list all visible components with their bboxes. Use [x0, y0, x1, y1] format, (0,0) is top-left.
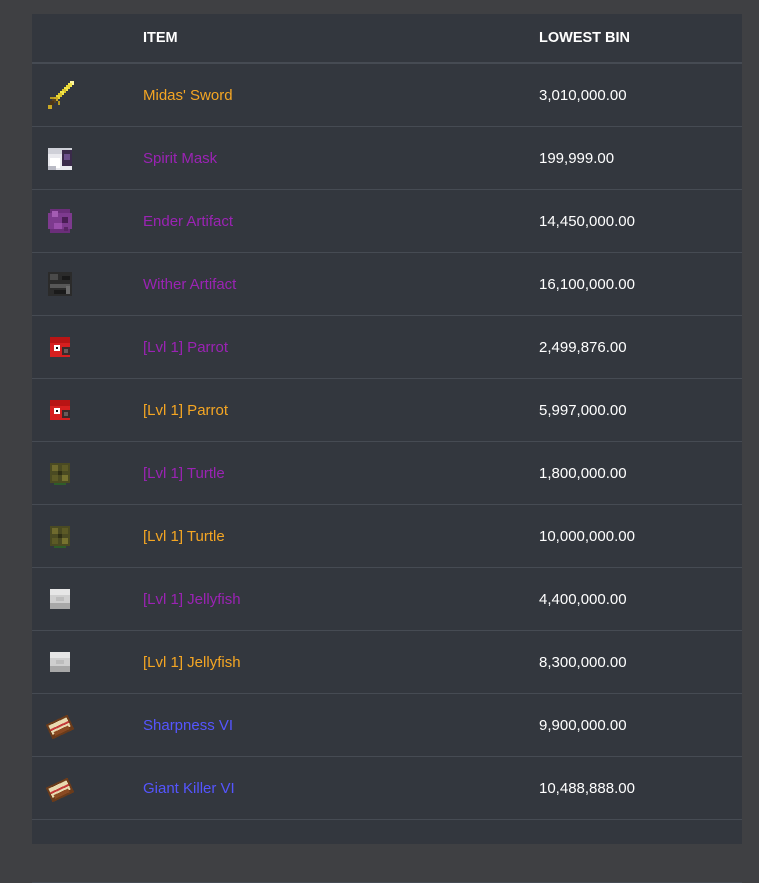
- lowest-bin-column-header[interactable]: LOWEST BIN: [539, 14, 742, 64]
- item-price: 3,010,000.00: [539, 63, 742, 127]
- item-price: 16,100,000.00: [539, 252, 742, 316]
- table-row[interactable]: [Lvl 1] Parrot 2,499,876.00: [32, 315, 742, 379]
- item-name[interactable]: Spirit Mask: [143, 126, 539, 190]
- enchanted-book-icon: [44, 772, 143, 804]
- table-row[interactable]: [Lvl 1] Turtle 10,000,000.00: [32, 504, 742, 568]
- item-name[interactable]: Midas' Sword: [143, 63, 539, 127]
- item-price: 8,300,000.00: [539, 630, 742, 694]
- table-row[interactable]: Wither Artifact 16,100,000.00: [32, 252, 742, 316]
- item-icon-cell: [32, 315, 143, 379]
- golden-sword-icon: [44, 79, 143, 111]
- table-row[interactable]: [Lvl 1] Parrot 5,997,000.00: [32, 378, 742, 442]
- item-icon-cell: [32, 126, 143, 190]
- table-row[interactable]: [Lvl 1] Jellyfish 4,400,000.00: [32, 567, 742, 631]
- item-name[interactable]: [Lvl 1] Parrot: [143, 378, 539, 442]
- turtle-head-icon: [44, 457, 143, 489]
- item-price: 10,000,000.00: [539, 504, 742, 568]
- item-icon-cell: [32, 693, 143, 757]
- item-icon-cell: [32, 567, 143, 631]
- item-price: 10,488,888.00: [539, 756, 742, 820]
- item-name[interactable]: Wither Artifact: [143, 252, 539, 316]
- item-price: 9,900,000.00: [539, 693, 742, 757]
- item-name[interactable]: Giant Killer VI: [143, 756, 539, 820]
- table-row[interactable]: Giant Killer VI 10,488,888.00: [32, 756, 742, 820]
- item-price: 14,450,000.00: [539, 189, 742, 253]
- parrot-head-icon: [44, 394, 143, 426]
- table-row[interactable]: [Lvl 1] Turtle 1,800,000.00: [32, 441, 742, 505]
- item-icon-cell: [32, 441, 143, 505]
- table-header: ITEM LOWEST BIN: [32, 14, 742, 64]
- item-price: 5,997,000.00: [539, 378, 742, 442]
- table-body: Midas' Sword 3,010,000.00 Spirit Mask 19…: [32, 63, 742, 883]
- item-icon-cell: [32, 189, 143, 253]
- enchanted-book-icon: [44, 709, 143, 741]
- item-icon-cell: [32, 378, 143, 442]
- item-name[interactable]: [Lvl 1] Parrot: [143, 315, 539, 379]
- table-row[interactable]: Sharpness VI 9,900,000.00: [32, 693, 742, 757]
- item-icon-cell: [32, 504, 143, 568]
- item-price: 4,400,000.00: [539, 567, 742, 631]
- jellyfish-head-icon: [44, 583, 143, 615]
- auction-panel: ITEM LOWEST BIN Midas' Sword 3,010,000.0…: [32, 14, 742, 883]
- item-icon-cell: [32, 252, 143, 316]
- table-row[interactable]: [Lvl 1] Jellyfish 8,300,000.00: [32, 630, 742, 694]
- table-row: [32, 819, 742, 883]
- ender-artifact-icon: [44, 205, 143, 237]
- item-price: 2,499,876.00: [539, 315, 742, 379]
- item-name[interactable]: [Lvl 1] Turtle: [143, 441, 539, 505]
- table-row[interactable]: Midas' Sword 3,010,000.00: [32, 63, 742, 127]
- item-icon-cell: [32, 63, 143, 127]
- item-name[interactable]: Sharpness VI: [143, 693, 539, 757]
- wither-artifact-icon: [44, 268, 143, 300]
- item-price: 199,999.00: [539, 126, 742, 190]
- spirit-mask-icon: [44, 142, 143, 174]
- table-row[interactable]: Ender Artifact 14,450,000.00: [32, 189, 742, 253]
- jellyfish-head-icon: [44, 646, 143, 678]
- item-name[interactable]: Ender Artifact: [143, 189, 539, 253]
- item-name[interactable]: [Lvl 1] Jellyfish: [143, 630, 539, 694]
- item-name[interactable]: [Lvl 1] Jellyfish: [143, 567, 539, 631]
- icon-column-header: [32, 14, 143, 64]
- item-name[interactable]: [Lvl 1] Turtle: [143, 504, 539, 568]
- parrot-head-icon: [44, 331, 143, 363]
- item-price: 1,800,000.00: [539, 441, 742, 505]
- item-icon-cell: [32, 756, 143, 820]
- item-column-header[interactable]: ITEM: [143, 14, 539, 64]
- turtle-head-icon: [44, 520, 143, 552]
- item-icon-cell: [32, 630, 143, 694]
- lowest-bin-table: ITEM LOWEST BIN Midas' Sword 3,010,000.0…: [32, 14, 742, 883]
- table-row[interactable]: Spirit Mask 199,999.00: [32, 126, 742, 190]
